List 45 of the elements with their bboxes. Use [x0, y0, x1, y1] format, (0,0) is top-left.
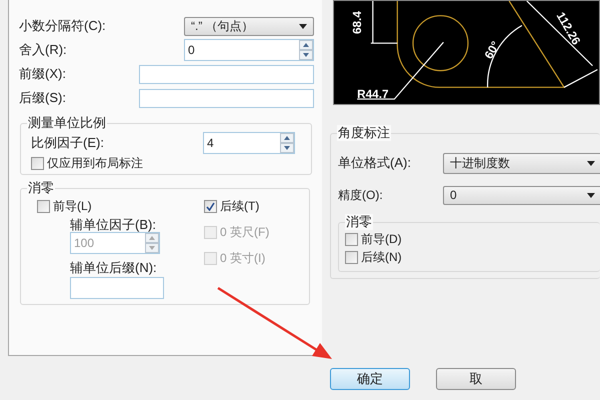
field-label: 后缀(S):: [19, 89, 67, 108]
spinner-field[interactable]: 4: [203, 132, 295, 154]
field-label: 单位格式(A):: [338, 154, 412, 172]
dimension-text: 60°: [482, 39, 502, 62]
caret-icon: [299, 24, 307, 28]
checkbox[interactable]: [37, 200, 50, 212]
group-title: 消零: [27, 180, 55, 196]
field-label: 舍入(R):: [19, 41, 68, 60]
spin-arrows-icon[interactable]: [299, 40, 313, 60]
dropdown[interactable]: 0: [443, 186, 600, 204]
field-label: 前缀(X):: [19, 65, 67, 84]
field-label: 精度(O):: [338, 187, 384, 204]
group-title: 角度标注: [337, 125, 391, 141]
field-label: 比例因子(E):: [31, 134, 105, 152]
caret-icon: [587, 160, 595, 166]
spin-arrows-icon[interactable]: [145, 233, 159, 253]
checkbox-label: 仅应用到布局标注: [47, 155, 143, 172]
input-field[interactable]: [139, 64, 314, 84]
group-title: 测量单位比例: [27, 115, 107, 131]
field-label: 辅单位后缀(N):: [70, 259, 158, 277]
field-label: 辅单位因子(B):: [70, 216, 157, 232]
checkbox-label: 前导(D): [361, 231, 402, 248]
dropdown[interactable]: 十进制度数: [443, 152, 600, 174]
spinner-field[interactable]: 0: [184, 39, 314, 61]
checkbox[interactable]: [204, 200, 217, 212]
checkbox-label: 前导(L): [53, 198, 92, 215]
dimension-text: R44.7: [357, 88, 389, 102]
input-field[interactable]: [70, 277, 164, 299]
checkbox-label: 0 英寸(I): [220, 250, 266, 267]
checkbox[interactable]: [345, 232, 358, 246]
checkmark-icon: [206, 202, 215, 210]
checkbox-label: 后续(T): [220, 198, 260, 215]
checkbox[interactable]: [345, 250, 358, 264]
dropdown[interactable]: “.” （句点）: [184, 16, 314, 36]
checkbox[interactable]: [31, 156, 44, 170]
group-title: 消零: [345, 214, 373, 230]
caret-icon: [587, 192, 595, 198]
input-field[interactable]: [139, 88, 314, 108]
checkbox-label: 0 英尺(F): [220, 224, 270, 241]
field-label: 小数分隔符(C):: [19, 17, 107, 36]
spin-arrows-icon[interactable]: [280, 133, 294, 153]
dialog-button[interactable]: 取: [436, 368, 516, 390]
checkbox-label: 后续(N): [361, 249, 402, 266]
dialog-button[interactable]: 确定: [330, 368, 410, 390]
dimension-text: 68.4: [351, 11, 364, 34]
